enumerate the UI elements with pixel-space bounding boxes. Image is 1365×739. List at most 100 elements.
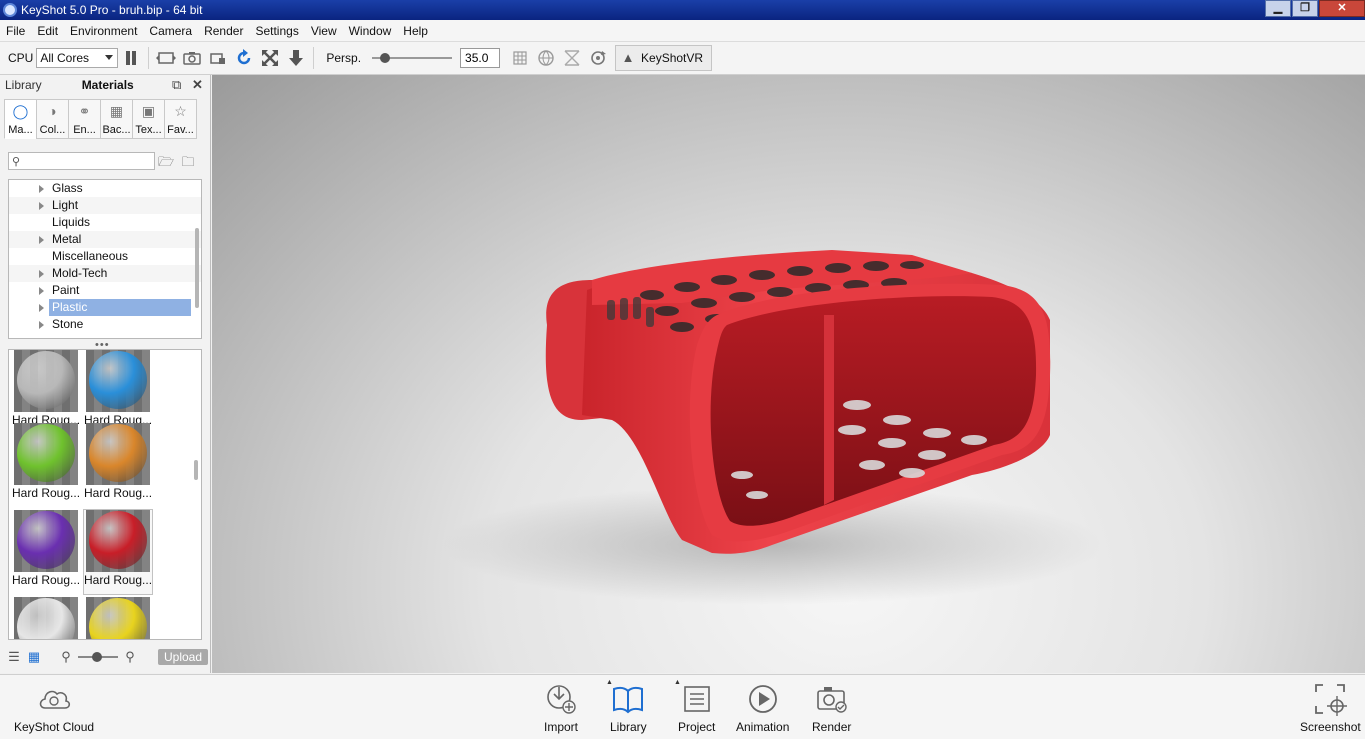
- tree-item-label: Stone: [52, 317, 84, 331]
- render-button[interactable]: Render: [812, 675, 851, 739]
- cpu-select[interactable]: All Cores: [36, 48, 119, 68]
- menu-file[interactable]: File: [0, 24, 31, 38]
- menu-view[interactable]: View: [305, 24, 343, 38]
- material-tile-selected[interactable]: Hard Roug...: [83, 509, 153, 595]
- material-tile[interactable]: [12, 597, 80, 639]
- fov-slider-knob[interactable]: [380, 53, 391, 63]
- thumbnail-size-slider[interactable]: [78, 651, 118, 663]
- library-search-input[interactable]: ⚲: [8, 152, 155, 170]
- material-tile[interactable]: Hard Roug...: [12, 510, 80, 594]
- interaction-button[interactable]: [586, 46, 610, 70]
- tab-favorites[interactable]: ☆ Fav...: [164, 99, 197, 139]
- upload-button[interactable]: Upload: [158, 649, 209, 665]
- animation-button[interactable]: Animation: [736, 675, 789, 739]
- grid-view-icon[interactable]: ▦: [26, 649, 42, 665]
- menu-render[interactable]: Render: [198, 24, 249, 38]
- material-thumbnail-grid: Hard Roug... Hard Roug... Hard Roug... H…: [8, 349, 202, 640]
- tab-environments[interactable]: ⚭ En...: [68, 99, 101, 139]
- tab-materials[interactable]: ◯ Ma...: [4, 99, 37, 139]
- menu-camera[interactable]: Camera: [143, 24, 198, 38]
- camera-button[interactable]: [180, 46, 204, 70]
- keyshotvr-button[interactable]: ▲ KeyShotVR: [615, 45, 713, 71]
- render-label: Render: [812, 720, 852, 734]
- tree-item-label: Plastic: [49, 299, 191, 316]
- thumbnail-size-knob[interactable]: [92, 652, 102, 662]
- zoom-out-icon[interactable]: ⚲: [58, 649, 74, 665]
- tree-scrollbar[interactable]: [195, 228, 199, 308]
- tab-colors[interactable]: ◑ Col...: [36, 99, 69, 139]
- menu-window[interactable]: Window: [343, 24, 398, 38]
- close-panel-icon[interactable]: ✕: [192, 77, 203, 93]
- cpu-select-value: All Cores: [40, 51, 90, 65]
- material-thumbnail: [14, 350, 78, 412]
- chevron-down-icon: [105, 55, 114, 60]
- arrow-down-icon: [289, 50, 304, 66]
- tree-item-mold-tech[interactable]: Mold-Tech: [9, 265, 201, 282]
- tree-item-label: Paint: [52, 283, 80, 297]
- window-title: KeyShot 5.0 Pro - bruh.bip - 64 bit: [21, 3, 203, 17]
- tree-item-miscellaneous[interactable]: Miscellaneous: [9, 248, 201, 265]
- material-tile[interactable]: Hard Roug...: [84, 423, 152, 507]
- fit-view-button[interactable]: [258, 46, 282, 70]
- library-button[interactable]: Library: [610, 675, 647, 739]
- fov-input[interactable]: [460, 48, 501, 68]
- tree-item-plastic[interactable]: Plastic: [9, 299, 201, 316]
- material-tile[interactable]: Hard Roug...: [84, 350, 152, 434]
- tab-backplates[interactable]: ▦ Bac...: [100, 99, 133, 139]
- tab-textures[interactable]: ▣ Tex...: [132, 99, 165, 139]
- star-icon: ☆: [174, 103, 187, 119]
- keyshot-cloud-button[interactable]: KeyShot Cloud: [14, 675, 94, 739]
- grid-button[interactable]: [508, 46, 532, 70]
- render-viewport[interactable]: [212, 75, 1365, 673]
- library-tab[interactable]: Library: [5, 78, 42, 92]
- screenshot-button[interactable]: Screenshot: [1300, 675, 1361, 739]
- expand-arrow-icon[interactable]: [39, 304, 44, 312]
- folder-options-icon[interactable]: 🗀: [179, 153, 197, 169]
- globe-icon: ⚭: [78, 103, 91, 119]
- undock-icon[interactable]: ⧉: [172, 77, 181, 93]
- tree-item-paint[interactable]: Paint: [9, 282, 201, 299]
- sphere-button[interactable]: [534, 46, 558, 70]
- project-button[interactable]: Project: [678, 675, 715, 739]
- tree-item-stone[interactable]: Stone: [9, 316, 201, 333]
- expand-arrow-icon[interactable]: [39, 236, 44, 244]
- minimize-button[interactable]: ▁: [1265, 0, 1291, 17]
- add-folder-icon[interactable]: 🗁: [157, 153, 175, 169]
- tree-item-glass[interactable]: Glass: [9, 180, 201, 197]
- material-swatch: [89, 511, 147, 569]
- expand-arrow-icon[interactable]: [39, 287, 44, 295]
- restore-button[interactable]: ❐: [1292, 0, 1318, 17]
- material-tile[interactable]: [84, 597, 152, 639]
- list-view-icon[interactable]: ☰: [6, 649, 22, 665]
- grid-scrollbar[interactable]: [194, 460, 198, 480]
- menu-environment[interactable]: Environment: [64, 24, 143, 38]
- pause-button[interactable]: [119, 46, 143, 70]
- expand-arrow-icon[interactable]: [39, 270, 44, 278]
- import-button[interactable]: Import: [544, 675, 578, 739]
- materials-tab[interactable]: Materials: [82, 78, 134, 92]
- fov-slider[interactable]: [372, 51, 453, 65]
- drop-to-ground-button[interactable]: [284, 46, 308, 70]
- tree-item-light[interactable]: Light: [9, 197, 201, 214]
- material-tile[interactable]: Hard Roug...: [12, 423, 80, 507]
- menu-edit[interactable]: Edit: [31, 24, 64, 38]
- refresh-icon: [238, 49, 251, 65]
- menu-help[interactable]: Help: [397, 24, 434, 38]
- menu-settings[interactable]: Settings: [249, 24, 304, 38]
- wireframe-button[interactable]: [560, 46, 584, 70]
- close-button[interactable]: ✕: [1319, 0, 1365, 17]
- zoom-in-icon[interactable]: ⚲: [122, 649, 138, 665]
- material-tile[interactable]: Hard Roug...: [12, 350, 80, 434]
- expand-arrow-icon[interactable]: [39, 321, 44, 329]
- expand-arrow-icon[interactable]: [39, 185, 44, 193]
- tree-item-liquids[interactable]: Liquids: [9, 214, 201, 231]
- lock-camera-button[interactable]: [206, 46, 230, 70]
- render-region-button[interactable]: [154, 46, 178, 70]
- refresh-button[interactable]: [232, 46, 256, 70]
- tab-colors-label: Col...: [39, 124, 66, 136]
- material-swatch: [89, 351, 147, 409]
- play-icon: [746, 682, 780, 716]
- material-thumbnail: [14, 510, 78, 572]
- expand-arrow-icon[interactable]: [39, 202, 44, 210]
- tree-item-metal[interactable]: Metal: [9, 231, 201, 248]
